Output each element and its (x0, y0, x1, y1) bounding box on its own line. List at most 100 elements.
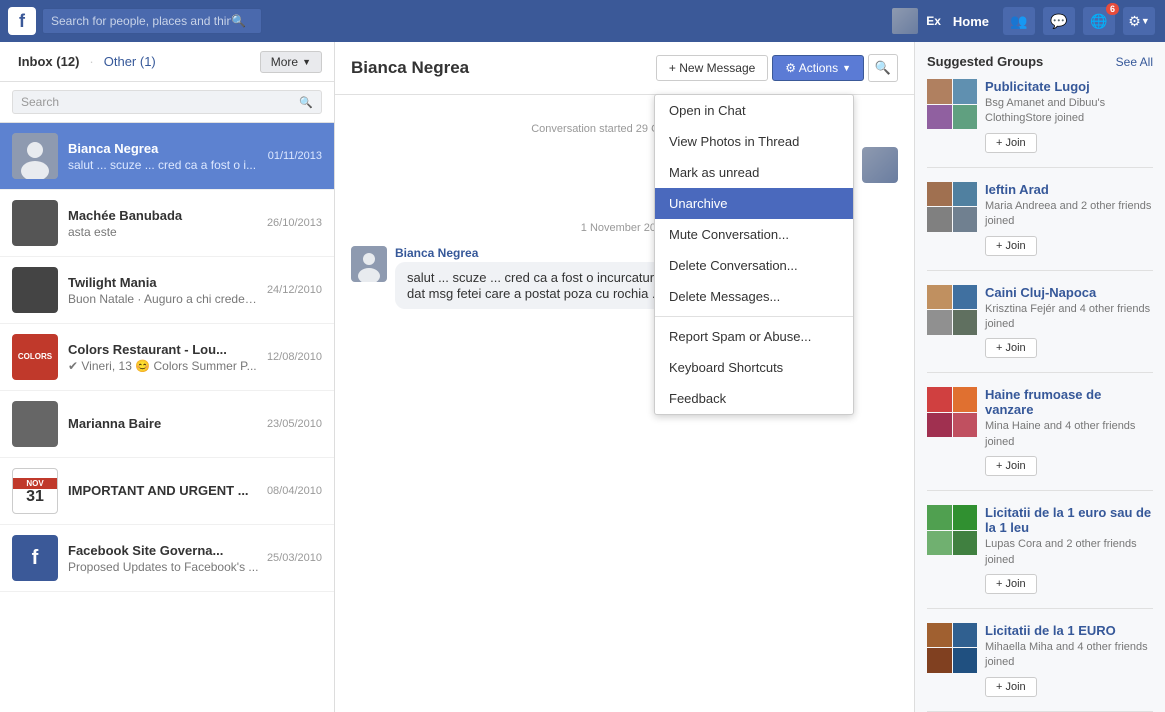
list-item[interactable]: Marianna Baire 23/05/2010 (0, 391, 334, 458)
group-photo-grid (927, 505, 977, 555)
join-button[interactable]: + Join (985, 677, 1037, 697)
conv-date: 23/05/2010 (267, 418, 322, 430)
conv-name: IMPORTANT AND URGENT ... (68, 483, 259, 498)
conv-date: 24/12/2010 (267, 284, 322, 296)
more-button[interactable]: More ▼ (260, 51, 322, 73)
conversation-search-input[interactable] (21, 95, 299, 109)
conv-details: Twilight Mania Buon Natale · Auguro a ch… (68, 275, 259, 306)
conv-details: Facebook Site Governa... Proposed Update… (68, 543, 259, 574)
conv-name: Marianna Baire (68, 416, 259, 431)
group-members: Lupas Cora and 2 other friends joined (985, 537, 1153, 568)
conv-date: 26/10/2013 (267, 217, 322, 229)
list-item[interactable]: Twilight Mania Buon Natale · Auguro a ch… (0, 257, 334, 324)
group-name[interactable]: Licitatii de la 1 euro sau de la 1 leu (985, 505, 1153, 535)
messages-icon-btn[interactable]: 💬 (1043, 7, 1075, 35)
join-button[interactable]: + Join (985, 338, 1037, 358)
conv-date: 12/08/2010 (267, 351, 322, 363)
group-item: Ieftin Arad Maria Andreea and 2 other fr… (927, 182, 1153, 271)
nav-right: Ex Home 👥 💬 🌐 6 ⚙ ▼ (892, 7, 1157, 35)
search-box-inner[interactable]: 🔍 (12, 90, 322, 114)
group-name[interactable]: Haine frumoase de vanzare (985, 387, 1153, 417)
group-photo-grid (927, 285, 977, 335)
messages-icon: 💬 (1050, 13, 1067, 30)
group-name[interactable]: Caini Cluj-Napoca (985, 285, 1153, 300)
conversation-header: Bianca Negrea + New Message ⚙ Actions ▼ … (335, 42, 914, 95)
dropdown-item-delete-conversation[interactable]: Delete Conversation... (655, 250, 853, 281)
group-info: Ieftin Arad Maria Andreea and 2 other fr… (985, 182, 1153, 256)
suggested-groups-title: Suggested Groups (927, 54, 1043, 69)
nav-username: Ex (926, 14, 941, 28)
conv-details: Machée Banubada asta este (68, 208, 259, 239)
dropdown-item-report-spam[interactable]: Report Spam or Abuse... (655, 321, 853, 352)
see-all-link[interactable]: See All (1116, 55, 1153, 69)
dropdown-item-open-chat[interactable]: Open in Chat (655, 95, 853, 126)
new-message-button[interactable]: + New Message (656, 55, 768, 81)
list-item[interactable]: COLORS Colors Restaurant - Lou... ✔ Vine… (0, 324, 334, 391)
conv-preview: Proposed Updates to Facebook's ... (68, 560, 259, 574)
dropdown-item-delete-messages[interactable]: Delete Messages... (655, 281, 853, 312)
search-bar[interactable]: 🔍 (42, 8, 262, 34)
group-photo-grid (927, 79, 977, 129)
group-photo-grid (927, 623, 977, 673)
tab-other[interactable]: Other (1) (98, 50, 162, 73)
group-item: Publicitate Lugoj Bsg Amanet and Dibuu's… (927, 79, 1153, 168)
list-item[interactable]: NOV 31 IMPORTANT AND URGENT ... 08/04/20… (0, 458, 334, 525)
dropdown-item-mute[interactable]: Mute Conversation... (655, 219, 853, 250)
gear-icon: ⚙ (1128, 13, 1141, 30)
join-button[interactable]: + Join (985, 133, 1037, 153)
notifications-icon-btn[interactable]: 🌐 6 (1083, 7, 1115, 35)
globe-icon: 🌐 (1090, 13, 1107, 30)
avatar (12, 133, 58, 179)
conv-preview: asta este (68, 225, 259, 239)
group-info: Haine frumoase de vanzare Mina Haine and… (985, 387, 1153, 476)
group-info: Caini Cluj-Napoca Krisztina Fejér and 4 … (985, 285, 1153, 359)
facebook-logo: f (8, 7, 36, 35)
group-photo-grid (927, 387, 977, 437)
join-button[interactable]: + Join (985, 456, 1037, 476)
conversation-list: Bianca Negrea salut ... scuze ... cred c… (0, 123, 334, 712)
top-navigation: f 🔍 Ex Home 👥 💬 🌐 6 ⚙ ▼ (0, 0, 1165, 42)
group-members: Mina Haine and 4 other friends joined (985, 419, 1153, 450)
avatar (351, 246, 387, 282)
actions-dropdown: Open in Chat View Photos in Thread Mark … (654, 94, 854, 415)
conv-details: Marianna Baire (68, 416, 259, 433)
search-conversation-button[interactable]: 🔍 (868, 54, 898, 82)
home-link[interactable]: Home (945, 14, 997, 29)
group-item: Licitatii de la 1 EURO Mihaella Miha and… (927, 623, 1153, 712)
avatar (12, 401, 58, 447)
conv-details: Bianca Negrea salut ... scuze ... cred c… (68, 141, 260, 172)
conversation-title: Bianca Negrea (351, 58, 656, 78)
group-name[interactable]: Ieftin Arad (985, 182, 1153, 197)
group-members: Mihaella Miha and 4 other friends joined (985, 640, 1153, 671)
group-name[interactable]: Licitatii de la 1 EURO (985, 623, 1153, 638)
actions-button[interactable]: ⚙ Actions ▼ (772, 55, 864, 81)
join-button[interactable]: + Join (985, 574, 1037, 594)
avatar (12, 200, 58, 246)
avatar: f (12, 535, 58, 581)
group-members: Krisztina Fejér and 4 other friends join… (985, 302, 1153, 333)
group-photo-grid (927, 182, 977, 232)
dropdown-item-view-photos[interactable]: View Photos in Thread (655, 126, 853, 157)
group-members: Bsg Amanet and Dibuu's ClothingStore joi… (985, 96, 1153, 127)
conv-date: 25/03/2010 (267, 552, 322, 564)
main-layout: Inbox (12) · Other (1) More ▼ 🔍 (0, 42, 1165, 712)
dropdown-item-feedback[interactable]: Feedback (655, 383, 853, 414)
list-item[interactable]: Machée Banubada asta este 26/10/2013 (0, 190, 334, 257)
list-item[interactable]: Bianca Negrea salut ... scuze ... cred c… (0, 123, 334, 190)
search-input[interactable] (51, 14, 231, 28)
inbox-tabs: Inbox (12) · Other (1) More ▼ (0, 42, 334, 82)
list-item[interactable]: f Facebook Site Governa... Proposed Upda… (0, 525, 334, 592)
group-info: Licitatii de la 1 euro sau de la 1 leu L… (985, 505, 1153, 594)
dropdown-item-mark-unread[interactable]: Mark as unread (655, 157, 853, 188)
group-name[interactable]: Publicitate Lugoj (985, 79, 1153, 94)
conv-name: Bianca Negrea (68, 141, 260, 156)
dropdown-item-unarchive[interactable]: Unarchive (655, 188, 853, 219)
user-avatar (892, 8, 918, 34)
friends-icon: 👥 (1010, 13, 1027, 30)
tab-inbox[interactable]: Inbox (12) (12, 50, 85, 73)
join-button[interactable]: + Join (985, 236, 1037, 256)
friends-icon-btn[interactable]: 👥 (1003, 7, 1035, 35)
dropdown-item-keyboard-shortcuts[interactable]: Keyboard Shortcuts (655, 352, 853, 383)
settings-icon-btn[interactable]: ⚙ ▼ (1123, 7, 1155, 35)
conv-date: 08/04/2010 (267, 485, 322, 497)
